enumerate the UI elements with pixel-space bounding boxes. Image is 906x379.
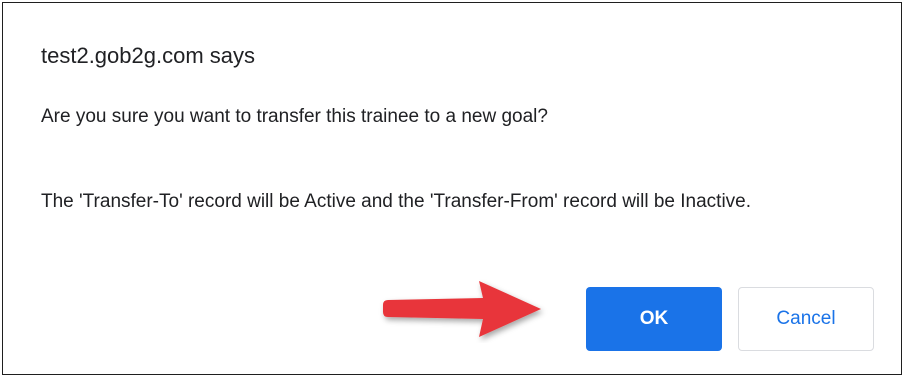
dialog-question: Are you sure you want to transfer this t…	[41, 106, 548, 127]
cancel-button[interactable]: Cancel	[738, 287, 874, 351]
dialog-origin-title: test2.gob2g.com says	[41, 43, 256, 68]
ok-button[interactable]: OK	[586, 287, 722, 351]
dialog-detail-message: The 'Transfer-To' record will be Active …	[41, 191, 752, 212]
confirm-dialog: test2.gob2g.com says Are you sure you wa…	[2, 2, 902, 375]
red-arrow-right-icon	[383, 281, 541, 337]
